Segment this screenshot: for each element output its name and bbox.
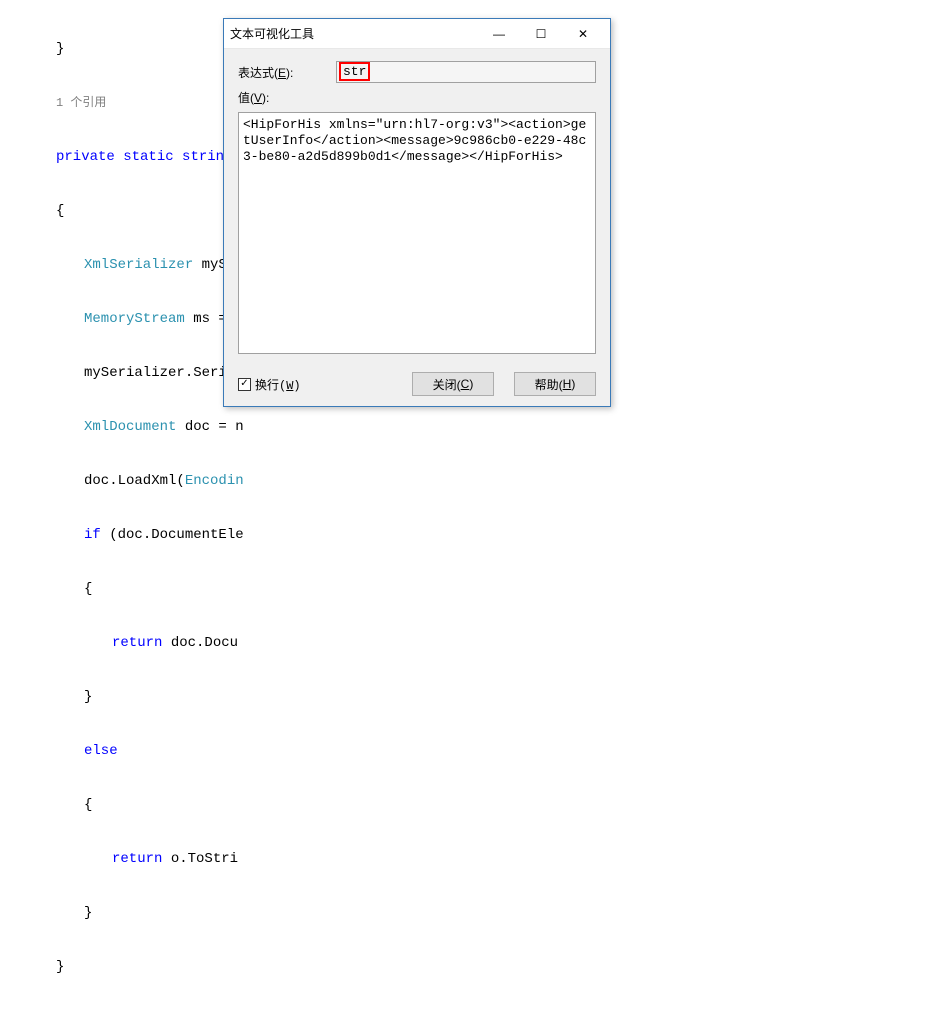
text-visualizer-dialog: 文本可视化工具 — ☐ ✕ 表达式(E): str 值(V): <HipForH… [223, 18, 611, 407]
maximize-button[interactable]: ☐ [520, 20, 562, 48]
titlebar[interactable]: 文本可视化工具 — ☐ ✕ [224, 19, 610, 49]
minimize-button[interactable]: — [478, 20, 520, 48]
close-button[interactable]: 关闭(C) [412, 372, 494, 396]
wrap-checkbox[interactable]: ✓ 换行(W) [238, 376, 392, 393]
expression-input[interactable]: str [336, 61, 596, 83]
help-button[interactable]: 帮助(H) [514, 372, 596, 396]
close-icon[interactable]: ✕ [562, 20, 604, 48]
dialog-title: 文本可视化工具 [230, 25, 478, 42]
value-textarea[interactable]: <HipForHis xmlns="urn:hl7-org:v3"><actio… [238, 112, 596, 354]
expression-label: 表达式(E): [238, 64, 328, 81]
value-label: 值(V): [238, 89, 328, 106]
checkbox-icon: ✓ [238, 378, 251, 391]
